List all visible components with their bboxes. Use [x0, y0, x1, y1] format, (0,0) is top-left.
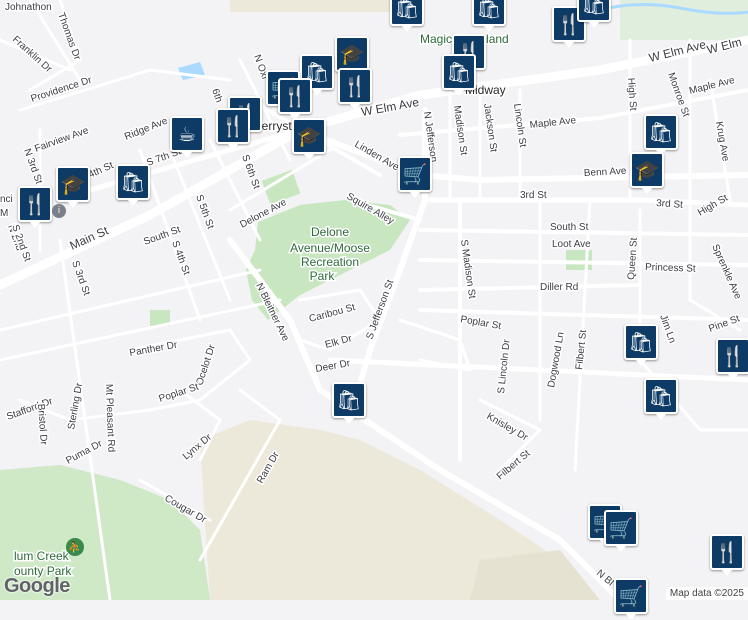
street-label-diller: Diller Rd	[540, 282, 578, 293]
street-label-johnathon: Johnathon	[5, 2, 52, 13]
park-marker-icon[interactable]: ⛹	[66, 538, 84, 556]
school-icon[interactable]: 🎓	[630, 152, 664, 188]
info-marker-icon[interactable]: i	[52, 204, 66, 218]
street-label-high-2: High St	[625, 77, 638, 111]
street-label-loot: Loot Ave	[552, 239, 591, 250]
grocery-cart-icon[interactable]: 🛒	[398, 156, 432, 192]
park-label-line-3: Recreation	[301, 255, 359, 269]
street-label-3rd-east: 3rd St	[656, 198, 684, 211]
restaurant-icon[interactable]: 🍴	[216, 108, 250, 144]
restaurant-icon[interactable]: 🍴	[278, 78, 312, 114]
street-label-benn: Benn Ave	[584, 166, 628, 179]
shopping-bag-icon[interactable]: 🛍	[644, 114, 678, 150]
cafe-icon[interactable]: ☕	[170, 116, 204, 152]
shopping-bag-icon[interactable]: 🛍	[390, 0, 424, 26]
shopping-bag-icon[interactable]: 🛍	[116, 164, 150, 200]
county-park-label-1: lum Creek	[14, 549, 70, 563]
left-edge-label-1: nci	[0, 194, 13, 205]
google-logo: Google	[4, 575, 70, 598]
left-edge-label-2: M	[0, 208, 8, 219]
shopping-bag-icon[interactable]: 🛍	[332, 382, 366, 418]
shopping-bag-icon[interactable]: 🛍	[577, 0, 611, 22]
street-label-princess: Princess St	[645, 262, 696, 275]
shopping-bag-icon[interactable]: 🛍	[644, 378, 678, 414]
shopping-bag-icon[interactable]: 🛍	[624, 324, 658, 360]
street-label-south-east: South St	[550, 222, 589, 233]
school-icon[interactable]: 🎓	[56, 166, 90, 202]
restaurant-icon[interactable]: 🍴	[716, 338, 748, 374]
school-icon[interactable]: 🎓	[335, 36, 369, 72]
restaurant-icon[interactable]: 🍴	[18, 186, 52, 222]
grocery-cart-icon[interactable]: 🛒	[614, 578, 648, 614]
shopping-bag-icon[interactable]: 🛍	[472, 0, 506, 26]
restaurant-icon[interactable]: 🍴	[710, 534, 744, 570]
shopping-bag-icon[interactable]: 🛍	[442, 54, 476, 90]
restaurant-icon[interactable]: 🍴	[338, 68, 372, 104]
school-icon[interactable]: 🎓	[292, 118, 326, 154]
park-label-line-4: Park	[310, 269, 336, 283]
street-label-3rd: 3rd St	[520, 190, 547, 201]
park-label-line-1: Delone	[311, 225, 349, 239]
map-attribution[interactable]: Map data ©2025	[666, 587, 748, 600]
grocery-cart-icon[interactable]: 🛒	[604, 510, 638, 546]
park-label-line-2: Avenue/Moose	[290, 241, 370, 255]
